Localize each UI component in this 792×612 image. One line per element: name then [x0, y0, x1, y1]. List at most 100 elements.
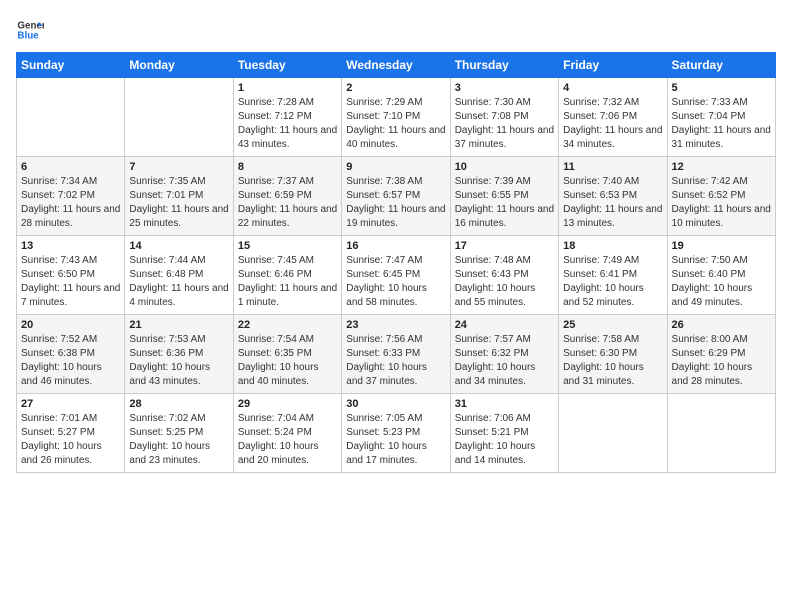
day-number: 18 [563, 240, 662, 252]
day-info: Sunrise: 7:37 AM Sunset: 6:59 PM Dayligh… [238, 175, 337, 231]
header-cell-wednesday: Wednesday [342, 53, 450, 78]
svg-text:Blue: Blue [17, 30, 39, 41]
day-info: Sunrise: 7:04 AM Sunset: 5:24 PM Dayligh… [238, 412, 337, 468]
day-cell: 8 Sunrise: 7:37 AM Sunset: 6:59 PM Daylig… [233, 157, 341, 236]
logo: General Blue [16, 16, 46, 44]
day-number: 13 [21, 240, 120, 252]
day-cell [559, 394, 667, 473]
day-cell: 22 Sunrise: 7:54 AM Sunset: 6:35 PM Dayli… [233, 315, 341, 394]
day-info: Sunrise: 7:58 AM Sunset: 6:30 PM Dayligh… [563, 333, 662, 389]
day-info: Sunrise: 7:49 AM Sunset: 6:41 PM Dayligh… [563, 254, 662, 310]
week-row-2: 6 Sunrise: 7:34 AM Sunset: 7:02 PM Daylig… [17, 157, 776, 236]
day-info: Sunrise: 8:00 AM Sunset: 6:29 PM Dayligh… [672, 333, 771, 389]
calendar-table: SundayMondayTuesdayWednesdayThursdayFrid… [16, 52, 776, 473]
header-cell-tuesday: Tuesday [233, 53, 341, 78]
day-number: 11 [563, 161, 662, 173]
day-cell: 17 Sunrise: 7:48 AM Sunset: 6:43 PM Dayli… [450, 236, 558, 315]
day-number: 17 [455, 240, 554, 252]
header-cell-monday: Monday [125, 53, 233, 78]
day-cell: 2 Sunrise: 7:29 AM Sunset: 7:10 PM Daylig… [342, 78, 450, 157]
day-info: Sunrise: 7:52 AM Sunset: 6:38 PM Dayligh… [21, 333, 120, 389]
day-cell: 7 Sunrise: 7:35 AM Sunset: 7:01 PM Daylig… [125, 157, 233, 236]
day-info: Sunrise: 7:43 AM Sunset: 6:50 PM Dayligh… [21, 254, 120, 310]
day-cell: 16Sunrise: 7:47 AM Sunset: 6:45 PM Dayli… [342, 236, 450, 315]
day-info: Sunrise: 7:34 AM Sunset: 7:02 PM Dayligh… [21, 175, 120, 231]
day-cell [125, 78, 233, 157]
day-info: Sunrise: 7:57 AM Sunset: 6:32 PM Dayligh… [455, 333, 554, 389]
week-row-1: 1 Sunrise: 7:28 AM Sunset: 7:12 PM Daylig… [17, 78, 776, 157]
day-number: 2 [346, 82, 445, 94]
day-number: 19 [672, 240, 771, 252]
day-info: Sunrise: 7:50 AM Sunset: 6:40 PM Dayligh… [672, 254, 771, 310]
day-number: 29 [238, 398, 337, 410]
day-cell: 20 Sunrise: 7:52 AM Sunset: 6:38 PM Dayli… [17, 315, 125, 394]
day-info: Sunrise: 7:56 AM Sunset: 6:33 PM Dayligh… [346, 333, 445, 389]
day-info: Sunrise: 7:39 AM Sunset: 6:55 PM Dayligh… [455, 175, 554, 231]
day-number: 8 [238, 161, 337, 173]
day-number: 7 [129, 161, 228, 173]
day-number: 15 [238, 240, 337, 252]
day-cell: 6 Sunrise: 7:34 AM Sunset: 7:02 PM Daylig… [17, 157, 125, 236]
day-cell: 11 Sunrise: 7:40 AM Sunset: 6:53 PM Dayli… [559, 157, 667, 236]
day-info: Sunrise: 7:35 AM Sunset: 7:01 PM Dayligh… [129, 175, 228, 231]
day-number: 6 [21, 161, 120, 173]
page-header: General Blue [16, 16, 776, 44]
day-number: 24 [455, 319, 554, 331]
day-number: 25 [563, 319, 662, 331]
day-number: 9 [346, 161, 445, 173]
day-cell: 23Sunrise: 7:56 AM Sunset: 6:33 PM Dayli… [342, 315, 450, 394]
header-cell-friday: Friday [559, 53, 667, 78]
week-row-3: 13 Sunrise: 7:43 AM Sunset: 6:50 PM Dayli… [17, 236, 776, 315]
day-cell: 13 Sunrise: 7:43 AM Sunset: 6:50 PM Dayli… [17, 236, 125, 315]
day-info: Sunrise: 7:06 AM Sunset: 5:21 PM Dayligh… [455, 412, 554, 468]
week-row-4: 20 Sunrise: 7:52 AM Sunset: 6:38 PM Dayli… [17, 315, 776, 394]
day-number: 22 [238, 319, 337, 331]
day-cell: 12Sunrise: 7:42 AM Sunset: 6:52 PM Dayli… [667, 157, 775, 236]
day-cell: 31 Sunrise: 7:06 AM Sunset: 5:21 PM Dayli… [450, 394, 558, 473]
day-info: Sunrise: 7:02 AM Sunset: 5:25 PM Dayligh… [129, 412, 228, 468]
day-cell: 29 Sunrise: 7:04 AM Sunset: 5:24 PM Dayli… [233, 394, 341, 473]
day-cell: 26 Sunrise: 8:00 AM Sunset: 6:29 PM Dayli… [667, 315, 775, 394]
day-info: Sunrise: 7:32 AM Sunset: 7:06 PM Dayligh… [563, 96, 662, 152]
day-cell: 25 Sunrise: 7:58 AM Sunset: 6:30 PM Dayli… [559, 315, 667, 394]
day-cell: 27Sunrise: 7:01 AM Sunset: 5:27 PM Dayli… [17, 394, 125, 473]
day-number: 1 [238, 82, 337, 94]
day-cell [667, 394, 775, 473]
day-cell: 10 Sunrise: 7:39 AM Sunset: 6:55 PM Dayli… [450, 157, 558, 236]
day-info: Sunrise: 7:45 AM Sunset: 6:46 PM Dayligh… [238, 254, 337, 310]
day-number: 28 [129, 398, 228, 410]
day-cell: 1 Sunrise: 7:28 AM Sunset: 7:12 PM Daylig… [233, 78, 341, 157]
day-cell: 24 Sunrise: 7:57 AM Sunset: 6:32 PM Dayli… [450, 315, 558, 394]
header-cell-saturday: Saturday [667, 53, 775, 78]
day-cell: 5Sunrise: 7:33 AM Sunset: 7:04 PM Daylig… [667, 78, 775, 157]
day-cell [17, 78, 125, 157]
day-cell: 15 Sunrise: 7:45 AM Sunset: 6:46 PM Dayli… [233, 236, 341, 315]
day-cell: 4Sunrise: 7:32 AM Sunset: 7:06 PM Daylig… [559, 78, 667, 157]
day-number: 30 [346, 398, 445, 410]
day-number: 10 [455, 161, 554, 173]
day-info: Sunrise: 7:29 AM Sunset: 7:10 PM Dayligh… [346, 96, 445, 152]
day-info: Sunrise: 7:38 AM Sunset: 6:57 PM Dayligh… [346, 175, 445, 231]
header-row: SundayMondayTuesdayWednesdayThursdayFrid… [17, 53, 776, 78]
day-number: 27 [21, 398, 120, 410]
day-number: 3 [455, 82, 554, 94]
day-number: 31 [455, 398, 554, 410]
day-number: 26 [672, 319, 771, 331]
day-cell: 30Sunrise: 7:05 AM Sunset: 5:23 PM Dayli… [342, 394, 450, 473]
day-cell: 3 Sunrise: 7:30 AM Sunset: 7:08 PM Daylig… [450, 78, 558, 157]
day-cell: 14Sunrise: 7:44 AM Sunset: 6:48 PM Dayli… [125, 236, 233, 315]
day-info: Sunrise: 7:48 AM Sunset: 6:43 PM Dayligh… [455, 254, 554, 310]
day-info: Sunrise: 7:54 AM Sunset: 6:35 PM Dayligh… [238, 333, 337, 389]
day-number: 21 [129, 319, 228, 331]
day-number: 5 [672, 82, 771, 94]
day-info: Sunrise: 7:30 AM Sunset: 7:08 PM Dayligh… [455, 96, 554, 152]
day-number: 14 [129, 240, 228, 252]
header-cell-thursday: Thursday [450, 53, 558, 78]
day-number: 12 [672, 161, 771, 173]
day-number: 20 [21, 319, 120, 331]
day-cell: 21Sunrise: 7:53 AM Sunset: 6:36 PM Dayli… [125, 315, 233, 394]
week-row-5: 27Sunrise: 7:01 AM Sunset: 5:27 PM Dayli… [17, 394, 776, 473]
day-info: Sunrise: 7:40 AM Sunset: 6:53 PM Dayligh… [563, 175, 662, 231]
day-cell: 18 Sunrise: 7:49 AM Sunset: 6:41 PM Dayli… [559, 236, 667, 315]
day-info: Sunrise: 7:28 AM Sunset: 7:12 PM Dayligh… [238, 96, 337, 152]
